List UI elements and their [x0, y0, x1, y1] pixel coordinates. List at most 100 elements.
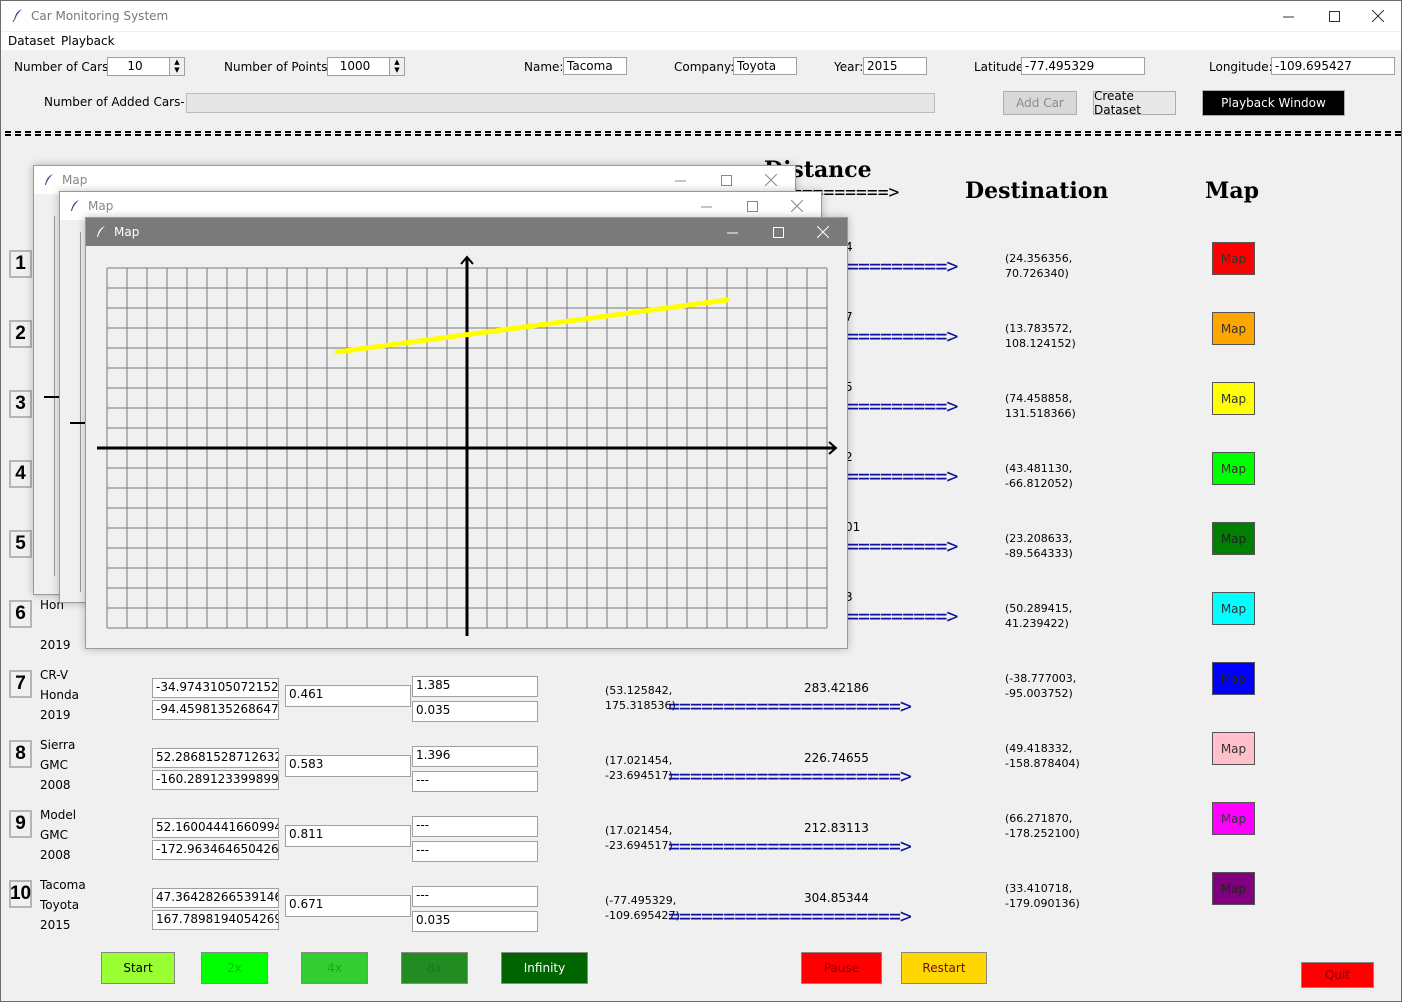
num-points-spinbox[interactable]: 1000 ▲ ▼ [327, 57, 405, 76]
map-button[interactable]: Map [1212, 662, 1255, 695]
company-field[interactable]: Toyota [733, 57, 797, 75]
map-button[interactable]: Map [1212, 522, 1255, 555]
start-button[interactable]: Start [101, 952, 175, 984]
value-field-2[interactable]: --- [412, 841, 538, 862]
current-longitude-field[interactable]: 167.78981940542698 [152, 910, 279, 930]
map-window-active[interactable]: Map [85, 217, 848, 649]
car-model: Model [40, 808, 77, 822]
menu-dataset[interactable]: Dataset [8, 34, 55, 48]
year-label: Year: [834, 60, 864, 74]
add-car-button[interactable]: Add Car [1003, 91, 1077, 115]
map-button[interactable]: Map [1212, 382, 1255, 415]
map-button[interactable]: Map [1212, 242, 1255, 275]
speed-field[interactable]: 0.583 [285, 755, 411, 777]
restart-button[interactable]: Restart [901, 952, 987, 984]
map-button[interactable]: Map [1212, 872, 1255, 905]
destination-coords: (24.356356, 70.726340) [1005, 252, 1073, 280]
menu-playback[interactable]: Playback [61, 34, 115, 48]
close-button[interactable] [1355, 1, 1401, 31]
year-field[interactable]: 2015 [863, 57, 927, 75]
value-field-2[interactable]: --- [412, 771, 538, 792]
distance-value: 304.85344 [804, 891, 869, 905]
distance-value: 226.74655 [804, 751, 869, 765]
current-latitude-field[interactable]: 52.16004441660994 [152, 818, 279, 838]
distance-value: 283.42186 [804, 681, 869, 695]
speed-field[interactable]: 0.461 [285, 685, 411, 707]
car-year: 2019 [40, 708, 71, 722]
map-button[interactable]: Map [1212, 732, 1255, 765]
row-number: 8 [9, 740, 32, 768]
distance-arrow: =====================> [668, 904, 912, 928]
spin-down-icon[interactable]: ▼ [390, 66, 404, 74]
map-window-titlebar: Map [86, 218, 847, 246]
destination-coords: (23.208633, -89.564333) [1005, 532, 1073, 560]
current-latitude-field[interactable]: 47.36428266539146 [152, 888, 279, 908]
num-cars-spinbox[interactable]: 10 ▲ ▼ [107, 57, 185, 76]
map-button[interactable]: Map [1212, 452, 1255, 485]
destination-header: Destination [965, 178, 1109, 204]
value-field-1[interactable]: 1.385 [412, 676, 538, 697]
num-points-value: 1000 [339, 59, 371, 73]
row-number: 3 [9, 390, 32, 418]
distance-arrow: =========> [847, 324, 958, 348]
car-year: 2015 [40, 918, 71, 932]
map-window-title: Map [88, 199, 114, 213]
create-dataset-button[interactable]: Create Dataset [1093, 89, 1176, 117]
destination-coords: (66.271870, -178.252100) [1005, 812, 1080, 840]
car-company: GMC [40, 828, 69, 842]
destination-coords: (33.410718, -179.090136) [1005, 882, 1080, 910]
maximize-icon [746, 200, 758, 212]
distance-arrow: =====================> [668, 764, 912, 788]
row-number: 6 [9, 600, 32, 628]
close-icon [1372, 10, 1384, 22]
num-points-label: Number of Points: [224, 60, 332, 74]
row-number: 7 [9, 670, 32, 698]
destination-coords: (43.481130, -66.812052) [1005, 462, 1073, 490]
value-field-1[interactable]: --- [412, 886, 538, 907]
map-window-titlebar: Map [34, 166, 795, 194]
infinity-button[interactable]: Infinity [501, 952, 588, 984]
current-latitude-field[interactable]: -34.974310507215286 [152, 678, 279, 698]
speed-field[interactable]: 0.671 [285, 895, 411, 917]
map-canvas[interactable] [86, 246, 847, 646]
map-button[interactable]: Map [1212, 592, 1255, 625]
maximize-button[interactable] [1311, 1, 1357, 31]
speed-field[interactable]: 0.811 [285, 825, 411, 847]
car-model: CR-V [40, 668, 69, 682]
title-bar: Car Monitoring System [1, 1, 1401, 31]
value-field-1[interactable]: --- [412, 816, 538, 837]
minimize-button[interactable] [709, 217, 755, 247]
value-field-1[interactable]: 1.396 [412, 746, 538, 767]
speed-8x-button[interactable]: 8x [401, 952, 468, 984]
current-latitude-field[interactable]: 52.28681528712632 [152, 748, 279, 768]
spin-up-icon[interactable]: ▲ [390, 58, 404, 66]
maximize-button[interactable] [755, 217, 801, 247]
map-button[interactable]: Map [1212, 802, 1255, 835]
minimize-icon [700, 206, 712, 207]
minimize-button[interactable] [1265, 1, 1311, 31]
current-longitude-field[interactable]: -160.28912339989918 [152, 770, 279, 790]
quit-button[interactable]: Quit [1301, 962, 1374, 988]
current-longitude-field[interactable]: -94.45981352686478 [152, 700, 279, 720]
speed-4x-button[interactable]: 4x [301, 952, 368, 984]
window-title: Car Monitoring System [31, 9, 169, 23]
spin-down-icon[interactable]: ▼ [170, 66, 184, 74]
close-button[interactable] [800, 217, 846, 247]
map-window-title: Map [114, 225, 140, 239]
latitude-field[interactable]: -77.495329 [1021, 57, 1145, 75]
name-field[interactable]: Tacoma [563, 57, 627, 75]
playback-window-button[interactable]: Playback Window [1202, 90, 1345, 116]
pause-button[interactable]: Pause [801, 952, 882, 984]
current-longitude-field[interactable]: -172.9634646504262 [152, 840, 279, 860]
speed-2x-button[interactable]: 2x [201, 952, 268, 984]
longitude-field[interactable]: -109.695427 [1271, 57, 1395, 75]
value-field-2[interactable]: 0.035 [412, 911, 538, 932]
map-button[interactable]: Map [1212, 312, 1255, 345]
car-year: 2008 [40, 848, 71, 862]
close-icon [765, 174, 777, 186]
distance-arrow: =========> [847, 394, 958, 418]
axis-fragment [70, 422, 86, 424]
destination-coords: (49.418332, -158.878404) [1005, 742, 1080, 770]
spin-up-icon[interactable]: ▲ [170, 58, 184, 66]
value-field-2[interactable]: 0.035 [412, 701, 538, 722]
